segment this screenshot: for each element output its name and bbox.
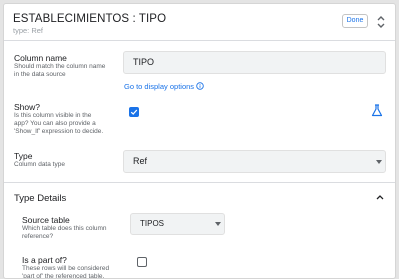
info-icon[interactable] [196, 82, 204, 90]
dropdown-caret-icon [215, 222, 221, 226]
is-part-of-checkbox[interactable] [137, 257, 147, 267]
column-name-label: Column name [14, 53, 67, 63]
column-editor-panel: ESTABLECIMIENTOS : TIPO type: Ref Done C… [3, 3, 396, 279]
show-checkbox[interactable] [129, 107, 139, 117]
source-table-hint: Which table does this column reference? [22, 225, 107, 240]
section-divider [4, 182, 395, 183]
column-name-hint: Should match the column name in the data… [14, 63, 106, 78]
checkmark-icon [130, 109, 138, 115]
type-select[interactable]: Ref [123, 150, 386, 173]
type-select-value: Ref [133, 156, 148, 166]
dropdown-caret-icon [376, 160, 382, 164]
expand-collapse-icon[interactable] [376, 14, 386, 30]
type-details-title[interactable]: Type Details [14, 193, 66, 204]
type-label: Type [14, 151, 33, 161]
show-label: Show? [14, 102, 40, 112]
panel-subtitle: type: Ref [13, 26, 44, 35]
is-part-of-hint: These rows will be considered 'part of' … [22, 265, 110, 279]
display-options-link[interactable]: Go to display options [124, 82, 194, 91]
column-name-input[interactable]: TIPO [123, 51, 386, 74]
done-button[interactable]: Done [342, 14, 368, 28]
panel-header: ESTABLECIMIENTOS : TIPO type: Ref Done [4, 4, 395, 41]
type-hint: Column data type [14, 161, 65, 168]
source-table-value: TIPOS [140, 219, 165, 228]
show-hint: Is this column visible in the app? You c… [14, 112, 104, 135]
panel-title: ESTABLECIMIENTOS : TIPO [13, 13, 167, 25]
flask-icon[interactable] [371, 104, 383, 117]
source-table-select[interactable]: TIPOS [130, 213, 225, 235]
source-table-label: Source table [22, 215, 70, 225]
chevron-up-icon[interactable] [376, 194, 384, 200]
is-part-of-label: Is a part of? [22, 255, 67, 265]
